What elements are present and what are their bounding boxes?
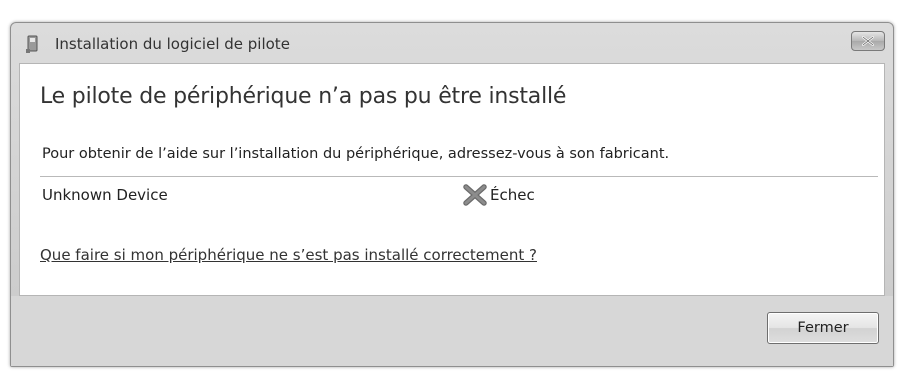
divider: [40, 176, 878, 177]
driver-install-icon: [25, 34, 41, 54]
help-link[interactable]: Que faire si mon périphérique ne s’est p…: [40, 246, 537, 264]
page-title: Le pilote de périphérique n’a pas pu êtr…: [40, 84, 567, 109]
device-list-item: Unknown Device Échec: [40, 180, 878, 210]
close-window-button[interactable]: [851, 31, 885, 51]
device-name: Unknown Device: [42, 186, 168, 204]
close-button[interactable]: Fermer: [767, 312, 879, 344]
driver-install-dialog: Installation du logiciel de pilote Le pi…: [10, 22, 894, 367]
dialog-footer: Fermer: [11, 296, 893, 366]
window-title: Installation du logiciel de pilote: [55, 35, 290, 53]
instructions-text: Pour obtenir de l’aide sur l’installatio…: [42, 146, 670, 162]
error-x-icon: [463, 184, 487, 206]
status-text: Échec: [490, 186, 535, 204]
close-icon: [862, 36, 874, 46]
title-bar[interactable]: Installation du logiciel de pilote: [11, 23, 893, 63]
dialog-content: Le pilote de périphérique n’a pas pu êtr…: [19, 63, 885, 296]
